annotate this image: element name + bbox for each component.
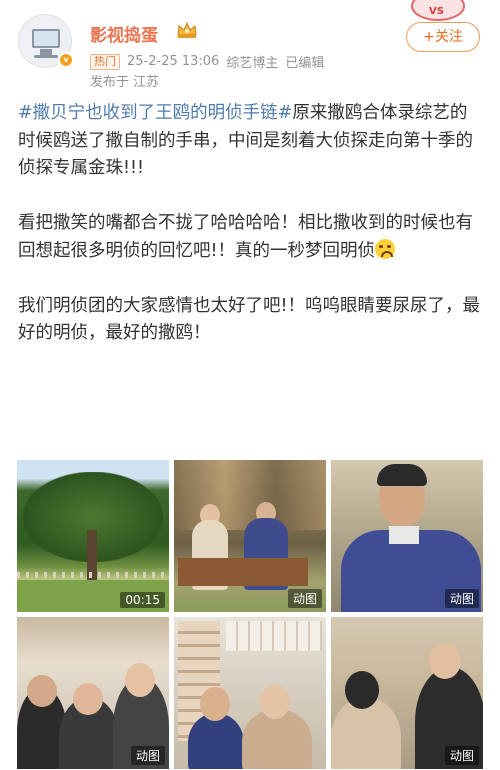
crown-badge-icon [177, 21, 197, 38]
gif-badge: 动图 [444, 589, 479, 608]
follow-button[interactable]: +关注 [406, 22, 480, 52]
post-content: #撒贝宁也收到了王鸥的明侦手链#原来撒鸥合体录综艺的时候鸥送了撒自制的手串，中间… [18, 100, 484, 375]
hashtag-link[interactable]: #撒贝宁也收到了王鸥的明侦手链# [18, 103, 292, 123]
monitor-icon [32, 29, 60, 48]
media-tile-video[interactable]: 00:15 [17, 460, 169, 612]
media-tile-gif[interactable]: 动图 [331, 617, 483, 769]
video-duration: 00:15 [120, 592, 165, 608]
post-paragraph-2: 看把撒笑的嘴都合不拢了哈哈哈哈！相比撒收到的时候也有回想起很多明侦的回忆吧!！真… [18, 213, 473, 261]
post-paragraph-1: #撒贝宁也收到了王鸥的明侦手链#原来撒鸥合体录综艺的时候鸥送了撒自制的手串，中间… [18, 103, 473, 178]
media-tile-gif[interactable]: 动图 [331, 460, 483, 612]
decoration-sticker-icon: VS [411, 0, 465, 21]
gif-badge: 动图 [444, 746, 479, 765]
edited-label: 已编辑 [285, 56, 325, 71]
post-location: 发布于 江苏 [90, 75, 160, 90]
media-tile-gif[interactable]: 动图 [17, 617, 169, 769]
post-meta: 热门 25-2-25 13:06 综艺博主 已编辑 [90, 52, 324, 71]
post-datetime: 25-2-25 13:06 [127, 54, 220, 69]
gif-badge: 动图 [287, 589, 322, 608]
svg-text:VS: VS [429, 6, 444, 17]
crying-face-emoji-icon [375, 238, 396, 259]
gif-badge: 动图 [130, 746, 165, 765]
post-paragraph-3: 我们明侦团的大家感情也太好了吧!！呜呜眼睛要尿尿了，最好的明侦，最好的撒鸥！ [18, 295, 481, 344]
post-header: v 影视捣蛋 热门 25-2-25 13:06 综艺博主 已编辑 发布于 江苏 … [0, 0, 500, 92]
media-tile-gif[interactable]: 动图 [174, 460, 326, 612]
hot-tag: 热门 [90, 53, 120, 70]
verified-badge-icon: v [58, 52, 74, 68]
username[interactable]: 影视捣蛋 [90, 21, 158, 46]
media-tile-gif[interactable] [174, 617, 326, 769]
author-role: 综艺博主 [226, 56, 279, 71]
